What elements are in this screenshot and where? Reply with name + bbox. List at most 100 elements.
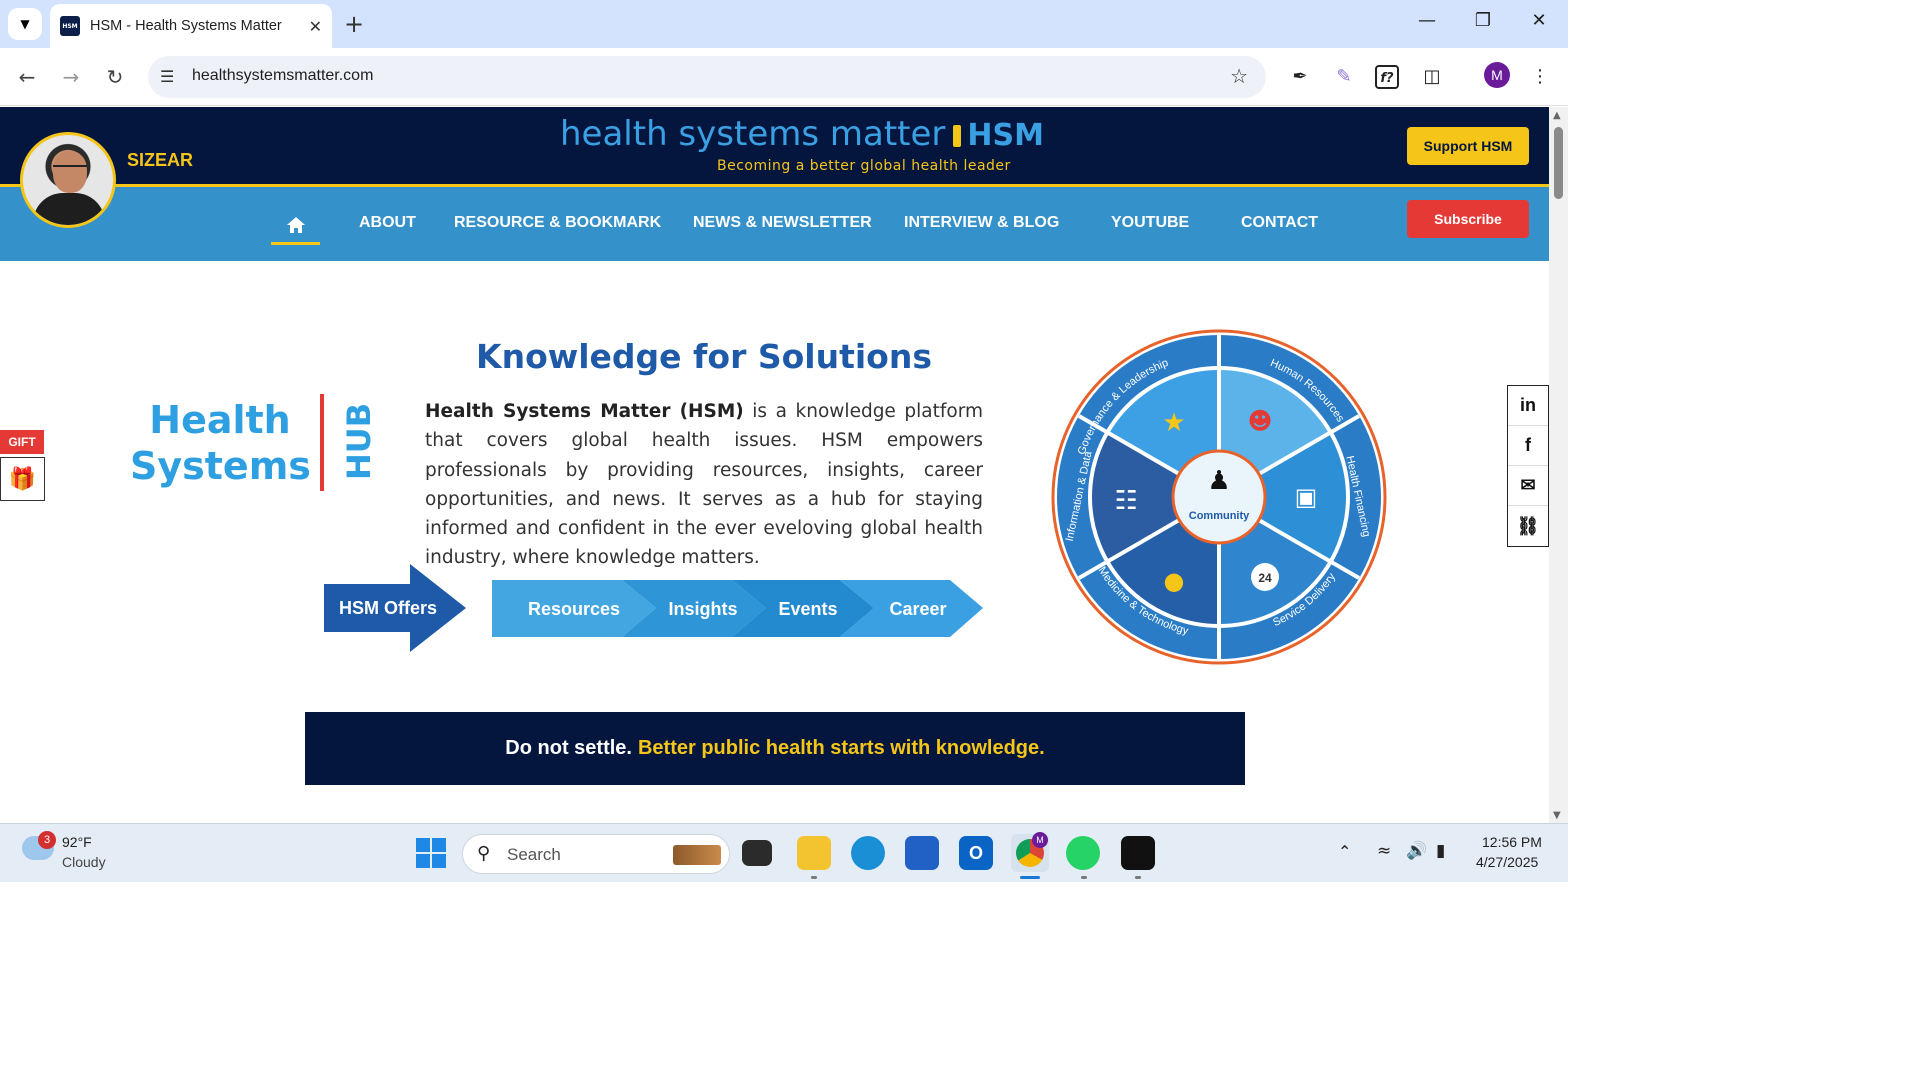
- site-logo[interactable]: health systems matter HSM: [560, 114, 1044, 154]
- user-avatar[interactable]: [20, 132, 116, 228]
- nav-about[interactable]: ABOUT: [359, 214, 416, 232]
- minimize-button[interactable]: —: [1407, 10, 1447, 31]
- chrome-profile-badge: M: [1032, 832, 1048, 848]
- nav-home[interactable]: [271, 207, 320, 245]
- hub-label: HUB: [340, 402, 378, 480]
- pill-icon: ●: [1164, 567, 1185, 595]
- more-menu-icon[interactable]: ⋮: [1528, 65, 1552, 89]
- scroll-up-icon[interactable]: ▲: [1553, 110, 1561, 121]
- back-button[interactable]: ←: [14, 64, 40, 90]
- clock-date[interactable]: 4/27/2025: [1476, 854, 1538, 870]
- temperature[interactable]: 92°F: [62, 834, 92, 850]
- intro-bold: Health Systems Matter (HSM): [425, 401, 744, 422]
- address-bar[interactable]: ☰ healthsystemsmatter.com ☆: [148, 56, 1266, 98]
- avatar-shirt: [33, 193, 105, 225]
- brand-abbr: HSM: [967, 118, 1044, 153]
- volume-icon[interactable]: 🔊: [1406, 841, 1427, 861]
- active-tab[interactable]: HSM HSM - Health Systems Matter ✕: [50, 4, 332, 48]
- email-icon[interactable]: ✉: [1508, 466, 1548, 506]
- title-divider: [320, 394, 324, 491]
- gift-icon[interactable]: 🎁: [0, 457, 45, 501]
- hsm-favicon-icon: HSM: [60, 16, 80, 36]
- handshake-icon: ★: [1162, 408, 1185, 438]
- scroll-down-icon[interactable]: ▼: [1553, 810, 1561, 821]
- gift-label[interactable]: GIFT: [0, 430, 44, 454]
- slogan-white: Do not settle.: [505, 737, 632, 759]
- subscribe-button[interactable]: Subscribe: [1407, 200, 1529, 238]
- intro-text: is a knowledge platform that covers glob…: [425, 401, 983, 569]
- clock-time[interactable]: 12:56 PM: [1482, 834, 1542, 850]
- close-window-button[interactable]: ✕: [1519, 10, 1559, 31]
- nav-resource-bookmark[interactable]: RESOURCE & BOOKMARK: [454, 214, 661, 232]
- edge-icon[interactable]: [851, 836, 885, 870]
- formula-extension-icon[interactable]: f?: [1375, 65, 1399, 89]
- nav-interview-blog[interactable]: INTERVIEW & BLOG: [904, 214, 1059, 232]
- forward-button[interactable]: →: [58, 64, 84, 90]
- people-icon: ☻: [1247, 407, 1272, 435]
- offer-insights[interactable]: Insights: [668, 599, 737, 619]
- store-icon[interactable]: [905, 836, 939, 870]
- site-info-icon[interactable]: ☰: [160, 67, 174, 86]
- tab-title: HSM - Health Systems Matter: [90, 18, 282, 34]
- center-label: Community: [1189, 510, 1250, 522]
- restore-button[interactable]: ❐: [1463, 10, 1503, 31]
- offers-label: HSM Offers: [339, 598, 437, 618]
- close-tab-icon[interactable]: ✕: [309, 17, 322, 36]
- community-icon: ♟: [1207, 466, 1230, 496]
- search-highlight-image: [673, 845, 721, 865]
- site-tagline: Becoming a better global health leader: [717, 158, 1011, 174]
- battery-icon[interactable]: ▮: [1436, 841, 1445, 861]
- offer-events[interactable]: Events: [778, 599, 837, 619]
- user-name[interactable]: SIZEAR: [127, 150, 193, 171]
- hs-title-line2: Systems: [130, 444, 311, 488]
- scrollbar-thumb[interactable]: [1554, 127, 1563, 199]
- nav-youtube[interactable]: YOUTUBE: [1111, 214, 1189, 232]
- hsm-offers-diagram: HSM Offers Resources Insights Events Car…: [324, 564, 983, 652]
- new-tab-button[interactable]: +: [344, 12, 364, 36]
- slogan-yellow: Better public health starts with knowled…: [637, 737, 1045, 759]
- taskbar-search[interactable]: ⚲ Search: [462, 834, 730, 874]
- health-systems-wheel: ♟ Community ★ ☻ ▣ 24 ● ☷ Governance & Le…: [1051, 329, 1387, 665]
- pen-extension-icon[interactable]: ✎: [1332, 65, 1356, 89]
- show-hidden-icons-icon[interactable]: ⌃: [1338, 842, 1351, 861]
- capcut-icon[interactable]: [1121, 836, 1155, 870]
- eyedropper-extension-icon[interactable]: ✒: [1288, 65, 1312, 89]
- active-indicator: [1020, 876, 1040, 879]
- profile-avatar[interactable]: M: [1484, 62, 1510, 88]
- search-icon: ⚲: [477, 843, 491, 864]
- page-scrollbar[interactable]: ▲ ▼: [1549, 107, 1568, 823]
- brand-name: health systems matter: [560, 114, 946, 154]
- share-bar: in f ✉ ⛓: [1507, 385, 1549, 547]
- document-search-icon: ☷: [1114, 486, 1137, 516]
- search-placeholder: Search: [507, 845, 561, 864]
- tab-strip: ▼ HSM HSM - Health Systems Matter ✕ + — …: [0, 0, 1568, 48]
- nav-contact[interactable]: CONTACT: [1241, 214, 1318, 232]
- nav-news-newsletter[interactable]: NEWS & NEWSLETTER: [693, 214, 872, 232]
- task-view-icon[interactable]: [742, 840, 772, 866]
- wifi-icon[interactable]: ≈: [1377, 841, 1391, 861]
- chevron-down-icon: ▼: [20, 17, 30, 31]
- reload-button[interactable]: ↻: [102, 64, 128, 90]
- windows-start-icon[interactable]: [416, 838, 446, 868]
- tab-search-button[interactable]: ▼: [8, 8, 42, 40]
- intro-paragraph: Health Systems Matter (HSM) is a knowled…: [425, 397, 983, 573]
- copy-link-icon[interactable]: ⛓: [1508, 506, 1548, 546]
- offer-career[interactable]: Career: [889, 599, 946, 619]
- bookmark-star-icon[interactable]: ☆: [1230, 64, 1248, 88]
- weather-condition[interactable]: Cloudy: [62, 854, 106, 870]
- extensions-puzzle-icon[interactable]: ◫: [1420, 65, 1444, 89]
- linkedin-icon[interactable]: in: [1508, 386, 1548, 426]
- clock-24-text: 24: [1258, 571, 1272, 585]
- support-hsm-button[interactable]: Support HSM: [1407, 127, 1529, 165]
- file-explorer-icon[interactable]: [797, 836, 831, 870]
- wheel-center[interactable]: [1171, 449, 1267, 545]
- facebook-icon[interactable]: f: [1508, 426, 1548, 466]
- whatsapp-icon[interactable]: [1066, 836, 1100, 870]
- running-indicator: [1081, 876, 1087, 879]
- avatar-face: [53, 151, 87, 193]
- web-page: SIZEAR health systems matter HSM Becoming…: [0, 107, 1549, 823]
- page-heading: Knowledge for Solutions: [476, 337, 932, 376]
- url-text[interactable]: healthsystemsmatter.com: [192, 67, 373, 85]
- offer-resources[interactable]: Resources: [528, 599, 620, 619]
- outlook-icon[interactable]: O: [959, 836, 993, 870]
